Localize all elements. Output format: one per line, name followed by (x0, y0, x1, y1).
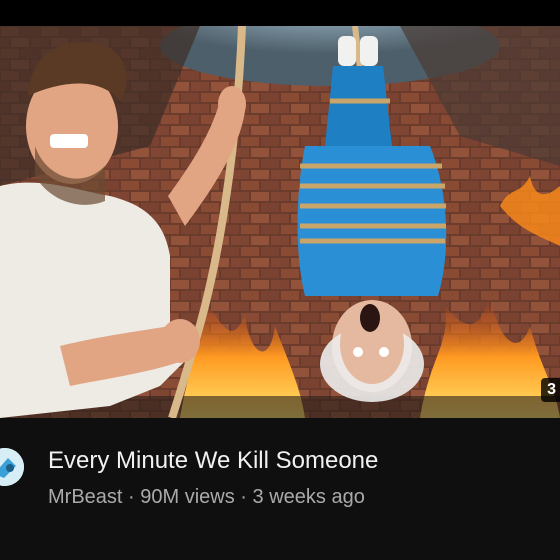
channel-name[interactable]: MrBeast (48, 486, 122, 508)
video-thumbnail[interactable]: 3 (0, 26, 560, 418)
view-count: 90M views (140, 486, 235, 508)
video-meta: Every Minute We Kill Someone MrBeast · 9… (0, 420, 560, 560)
upload-age: 3 weeks ago (252, 486, 365, 508)
avatar-art (0, 448, 24, 486)
thumbnail-artwork (0, 26, 560, 418)
separator-1: · (122, 486, 141, 508)
channel-avatar-icon[interactable] (0, 448, 24, 486)
video-subtitle: MrBeast · 90M views · 3 weeks ago (48, 484, 365, 510)
duration-badge: 3 (541, 378, 560, 402)
separator-2: · (234, 486, 253, 508)
top-bar (0, 0, 560, 26)
video-title[interactable]: Every Minute We Kill Someone (48, 446, 378, 476)
